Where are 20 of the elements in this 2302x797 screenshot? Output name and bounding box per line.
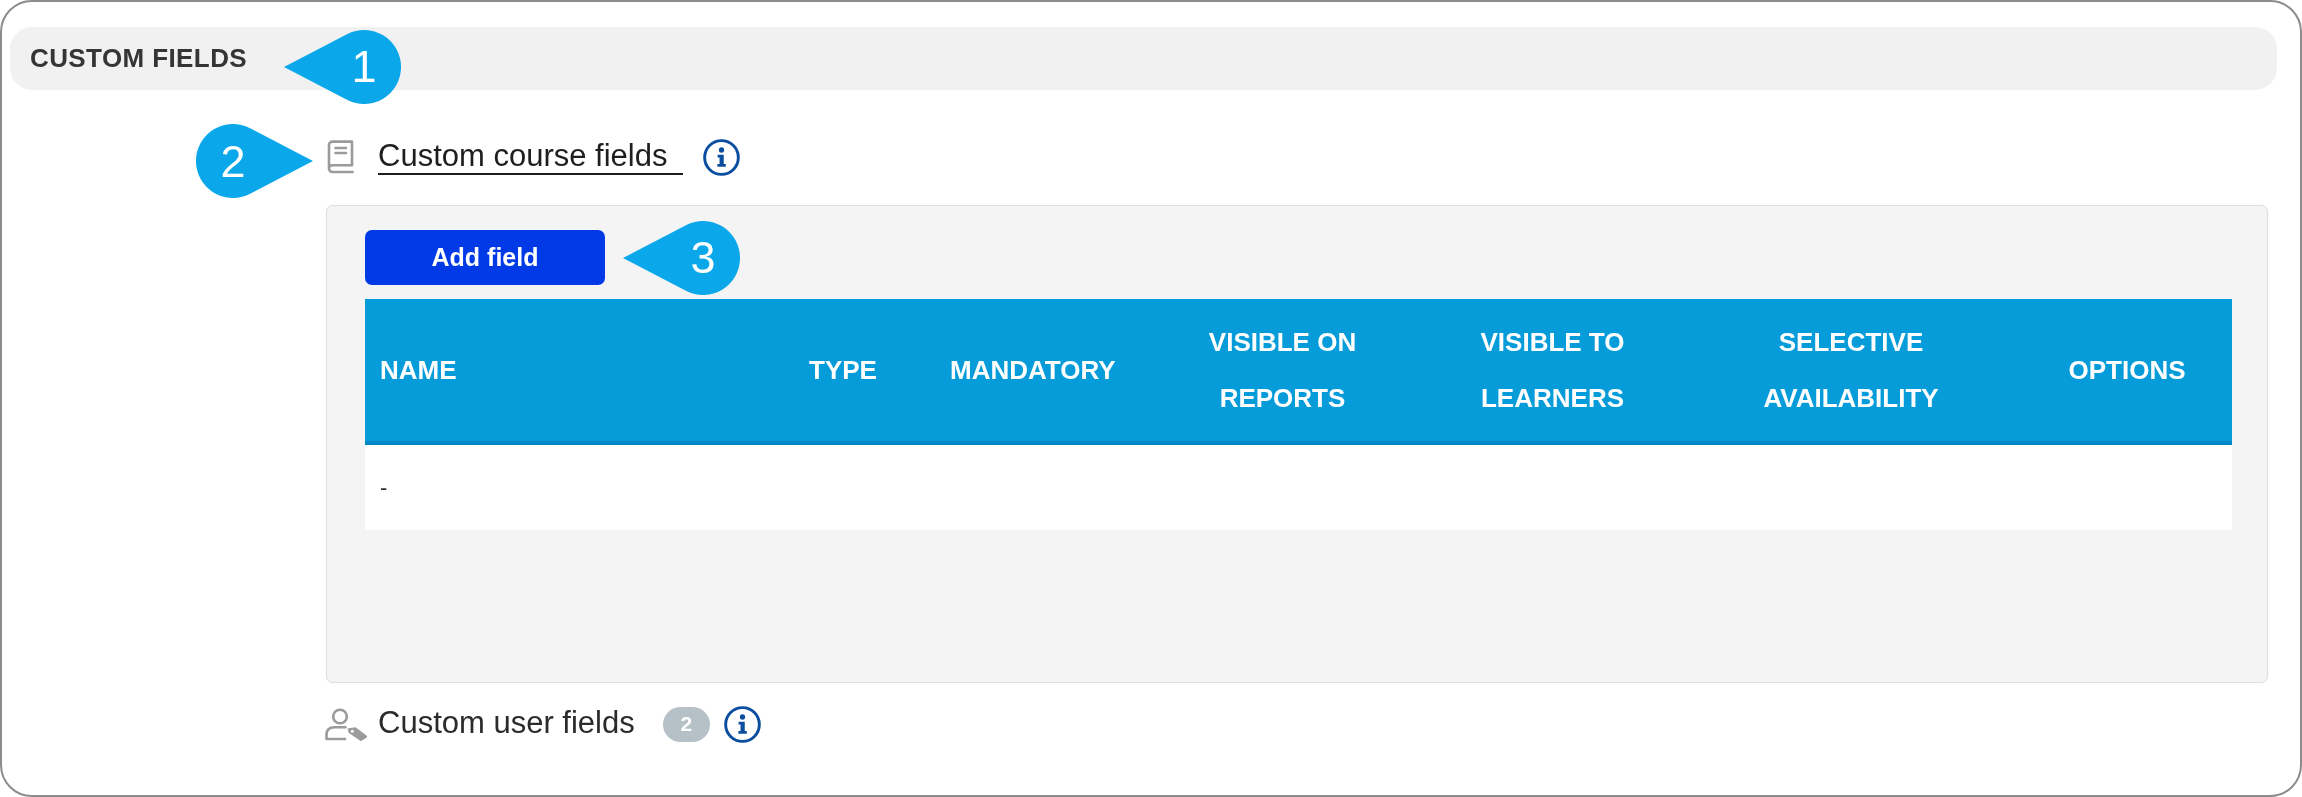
column-header: MANDATORY <box>950 354 1116 387</box>
field-group-link[interactable]: Custom user fields <box>378 705 651 743</box>
callout-marker: 3 <box>623 220 740 295</box>
column-header: VISIBLE ON REPORTS <box>1207 326 1358 415</box>
column-header: VISIBLE TO LEARNERS <box>1479 326 1626 415</box>
column-header: SELECTIVE AVAILABILITY <box>1762 326 1940 415</box>
count-badge: 2 <box>662 706 710 742</box>
column-header: OPTIONS <box>2068 354 2186 387</box>
add-field-button[interactable]: Add field <box>365 230 605 285</box>
table-cell: - <box>380 474 388 501</box>
book-icon <box>325 140 356 174</box>
callout-marker: 1 <box>284 29 402 104</box>
column-header: TYPE <box>809 354 877 387</box>
user-tag-icon <box>324 707 368 741</box>
field-group-link[interactable]: Custom course fields <box>378 138 684 176</box>
callout-marker: 2 <box>196 124 313 198</box>
info-icon[interactable] <box>703 138 741 176</box>
column-header: NAME <box>380 354 457 387</box>
section-title: CUSTOM FIELDS <box>30 43 248 74</box>
info-icon[interactable] <box>723 705 761 743</box>
